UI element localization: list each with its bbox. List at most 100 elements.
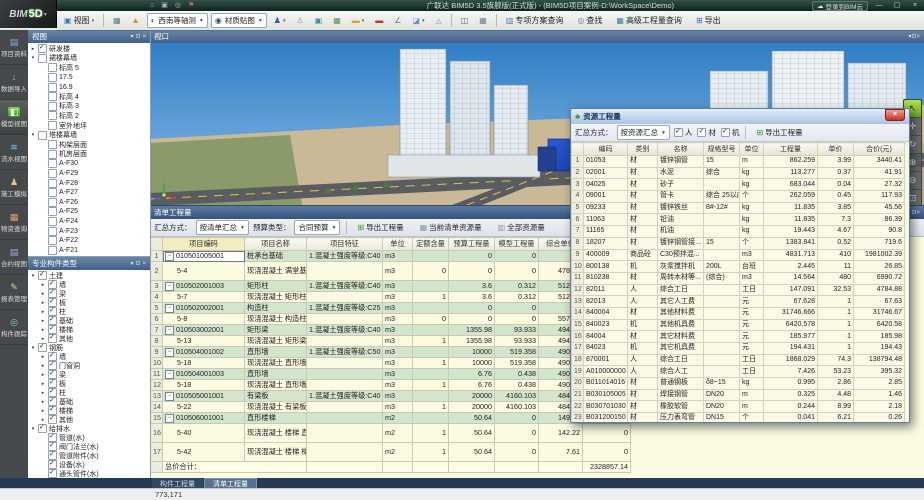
checkbox[interactable] [48,236,57,245]
column-header[interactable]: 单位 [740,143,764,156]
table-row[interactable]: 509233材镀锌铁丝8#-12#kg11.8353.8545.56 [572,202,905,214]
collapse-arrow-icon[interactable]: ▸ [40,309,46,315]
summary-mode-combo[interactable]: 按清单汇总▼ [196,220,249,235]
checkbox[interactable] [674,128,683,137]
collapse-arrow-icon[interactable]: ▸ [40,399,46,405]
column-header[interactable]: 项目编码 [163,238,245,251]
table-row[interactable]: 202001材水泥综合kg113.2770.3741.91 [572,167,905,179]
walkthrough-button[interactable]: ♟▾ [270,15,290,27]
tree-item[interactable]: ▾裙楼幕墙 [28,54,150,64]
checkbox[interactable] [697,128,706,137]
collapse-arrow-icon[interactable]: ▸ [40,318,46,324]
angle-button[interactable]: ∠ [390,15,405,27]
checkbox[interactable] [48,111,57,120]
collapse-toggle-icon[interactable]: − [165,304,174,313]
checkbox[interactable] [48,169,57,178]
table-row[interactable]: 409001材管卡综合 25以内个262.0590.45117.93 [572,191,905,203]
table-row[interactable]: 15−010506001001直形楼梯m250.640149.830 [151,413,631,424]
checkbox[interactable] [38,54,47,63]
tree-item[interactable]: ▸其他 [28,415,150,424]
tree-item[interactable]: ▸墙 [28,352,150,361]
查找-button[interactable]: ◎查找 [573,13,606,28]
checkbox[interactable] [48,102,57,111]
resource-window-titlebar[interactable]: ♣ 资源工程量 × [571,109,909,124]
panel-close-icon[interactable]: × [142,258,146,270]
table-row[interactable]: 85-13现浇混凝土 矩形梁m311355.9893.933494.15 [151,336,631,347]
table-row[interactable]: 304025材砂子kg683.0440.0427.32 [572,179,905,191]
table-row[interactable]: 15840023机其他机具费元6420.57816420.58 [572,319,905,331]
nav-item-6[interactable]: ▦物资查询 [0,205,28,240]
measure-button[interactable]: ▬▾ [348,15,369,27]
panel-close-icon[interactable]: × [142,31,146,43]
settings-icon[interactable]: ◎ [175,1,181,10]
checkbox[interactable] [721,128,730,137]
checkbox[interactable] [48,207,57,216]
nav-item-4[interactable]: ≋流水视图 [0,135,28,170]
checkbox[interactable] [48,227,57,236]
table-row[interactable]: 1−010501005001桩承台基础1.混凝土强度等级:C40m3000 [151,251,631,262]
checkbox[interactable] [48,469,57,478]
table-row[interactable]: 9−010504001002直形墙1.混凝土强度等级:C50m310000519… [151,347,631,358]
当前清单资源量-button[interactable]: ▦当前清单资源量 [416,220,486,235]
checkbox[interactable] [38,424,47,433]
table-row[interactable]: 21B030105005材焊接钢管DN20m0.3254.481.46 [572,389,905,401]
login-button[interactable]: ☁ 登录到BIM云 [812,1,868,11]
filter-材[interactable]: 材 [697,127,716,138]
resource-summary-combo[interactable]: 按资源汇总▼ [617,125,670,140]
collapse-arrow-icon[interactable]: ▸ [40,390,46,396]
table-row[interactable]: 19A010000000人综合人工工日7.42653.23395.32 [572,366,905,378]
checkbox[interactable] [48,246,57,255]
column-header[interactable]: 单位 [383,238,413,251]
checkbox[interactable] [48,415,57,424]
panel-close-icon[interactable]: × [916,31,920,43]
table-row[interactable]: 5−010502002001构造柱1.混凝土强度等级:C25m3000 [151,303,631,314]
collapse-arrow-icon[interactable]: ▸ [40,327,46,333]
panel-close-icon[interactable]: × [916,207,920,219]
expand-arrow-icon[interactable]: ▾ [30,273,36,279]
collapse-toggle-icon[interactable]: − [165,326,174,335]
app-logo[interactable]: BIM 5D ▾ [0,0,57,28]
eraser-button[interactable]: ◪▾ [408,15,428,27]
table-row[interactable]: 23B031200150材压力表弯管DN15个0.0416.210.26 [572,413,905,422]
nav-item-5[interactable]: ♟施工模拟 [0,170,28,205]
tree-item[interactable]: ▸基础 [28,397,150,406]
table-row[interactable]: 145-22现浇混凝土 有梁板m31200004160.103484.36 [151,402,631,413]
checkbox[interactable] [38,131,47,140]
nav-item-7[interactable]: ▤合约视图 [0,240,28,275]
tree-item[interactable]: ▾土建 [28,271,150,280]
table-row[interactable]: 105-18现浇混凝土 直形墙m3110000519.358490.26 [151,358,631,369]
panel-menu-icon[interactable]: ▾ [130,258,133,270]
tree-item[interactable]: ▸基础 [28,316,150,325]
table-row[interactable]: 711165材机油kg19.4434.6790.8 [572,226,905,238]
tree-item[interactable]: ▸门窗洞 [28,361,150,370]
checkbox[interactable] [48,188,57,197]
column-header[interactable]: 项目特征 [307,238,383,251]
minimize-button[interactable]: — [872,1,886,11]
collapse-toggle-icon[interactable]: − [165,348,174,357]
monitor-icon[interactable]: ▣ [161,1,168,10]
workspace-icon[interactable]: ⌂ [150,1,154,10]
tree-item[interactable]: A-F24 [28,217,150,227]
avatar-button[interactable]: ♙ [292,15,307,27]
table-row[interactable]: 11−010504001003直形墙m36.760.438490.26 [151,369,631,380]
filter-人[interactable]: 人 [674,127,693,138]
triangle-button[interactable]: ◬ [432,15,446,27]
tree-item[interactable]: 标高 2 [28,111,150,121]
tree-item[interactable]: ▾塔楼幕墙 [28,130,150,140]
collapse-toggle-icon[interactable]: − [165,252,174,261]
checkbox[interactable] [48,63,57,72]
tree-item[interactable]: ▸板 [28,298,150,307]
tree-item[interactable]: 机房层面 [28,150,150,160]
table-row[interactable]: 1684004材其它材料费元185.9771185.98 [572,331,905,343]
全部资源量-button[interactable]: ▥全部资源量 [494,220,549,235]
checkbox[interactable] [48,92,57,101]
tree-item[interactable]: A-F29 [28,169,150,179]
table-row[interactable]: 1382013人其它人工费元67.628167.63 [572,296,905,308]
budget-type-combo[interactable]: 合同预算▼ [294,220,340,235]
render-mode-combo[interactable]: ◉ 材质贴图▼ [211,13,267,28]
column-header[interactable]: 名称 [658,143,704,156]
table-row[interactable]: 165-40现浇混凝土 楼梯 直形m2150.640142.220 [151,424,631,443]
table-row[interactable]: 125-18现浇混凝土 直形墙m316.760.438490.26 [151,380,631,391]
collapse-arrow-icon[interactable]: ▸ [40,417,46,423]
table-row[interactable]: 175-42现浇混凝土 楼梯 梯段厚度每增加10mmm2150.6407.610 [151,443,631,462]
